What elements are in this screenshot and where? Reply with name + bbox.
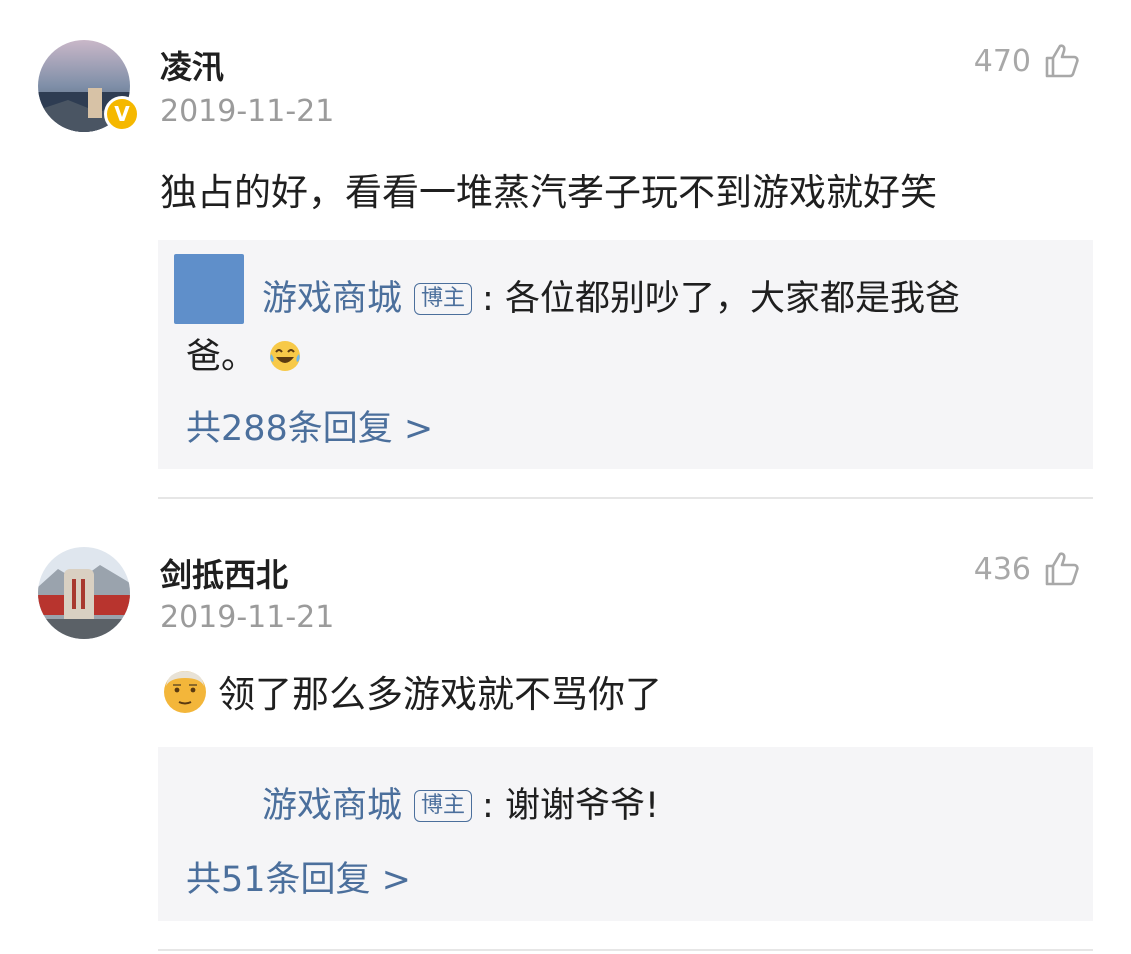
reply-preview[interactable]: 游戏商城 博主 : 各位都别吵了，大家都是我爸 爸。 共288条回复 > [158, 240, 1093, 469]
comment-text-content: 独占的好，看看一堆蒸汽孝子玩不到游戏就好笑 [160, 171, 937, 214]
comment-text-content: 领了那么多游戏就不骂你了 [218, 673, 662, 716]
like-button[interactable]: 470 [974, 42, 1081, 80]
comment-date: 2019-11-21 [160, 600, 335, 635]
comment-text: 领了那么多游戏就不骂你了 [160, 664, 662, 718]
avatar[interactable] [38, 547, 130, 639]
divider [158, 949, 1093, 951]
reply-preview[interactable]: 游戏商城 博主 : 谢谢爷爷! 共51条回复 > [158, 747, 1093, 921]
reply-line-2: 爸。 [186, 328, 1053, 386]
reply-text: : 各位都别吵了，大家都是我爸 [482, 279, 960, 319]
divider [158, 497, 1093, 499]
reply-text: : 谢谢爷爷! [482, 786, 659, 826]
like-button[interactable]: 436 [974, 550, 1081, 588]
view-replies-link[interactable]: 共51条回复 > [186, 851, 411, 902]
reply-author[interactable]: 游戏商城 [262, 786, 402, 826]
author-tag: 博主 [414, 790, 473, 822]
author-tag: 博主 [414, 283, 473, 315]
avatar-image [38, 547, 130, 639]
blurred-avatar [174, 254, 244, 324]
view-replies-link[interactable]: 共288条回复 > [186, 400, 433, 451]
username[interactable]: 剑抵西北 [160, 550, 288, 596]
reply-line: 游戏商城 博主 : 各位都别吵了，大家都是我爸 [262, 270, 1053, 328]
verified-badge-icon: V [104, 96, 140, 132]
like-count: 470 [973, 43, 1031, 79]
reply-line: 游戏商城 博主 : 谢谢爷爷! [262, 777, 1053, 835]
comment-date: 2019-11-21 [160, 94, 335, 129]
comment-text: 独占的好，看看一堆蒸汽孝子玩不到游戏就好笑 [160, 162, 937, 216]
avatar[interactable]: V [38, 40, 140, 132]
thumbs-up-icon [1045, 552, 1079, 586]
laughing-crying-emoji-icon [270, 341, 301, 371]
username[interactable]: 凌汛 [160, 42, 224, 88]
reply-text-2: 爸。 [186, 337, 257, 377]
reply-author[interactable]: 游戏商城 [262, 279, 402, 319]
thumbs-up-icon [1045, 44, 1079, 78]
like-count: 436 [973, 551, 1031, 587]
old-man-emoji-icon [164, 671, 206, 713]
